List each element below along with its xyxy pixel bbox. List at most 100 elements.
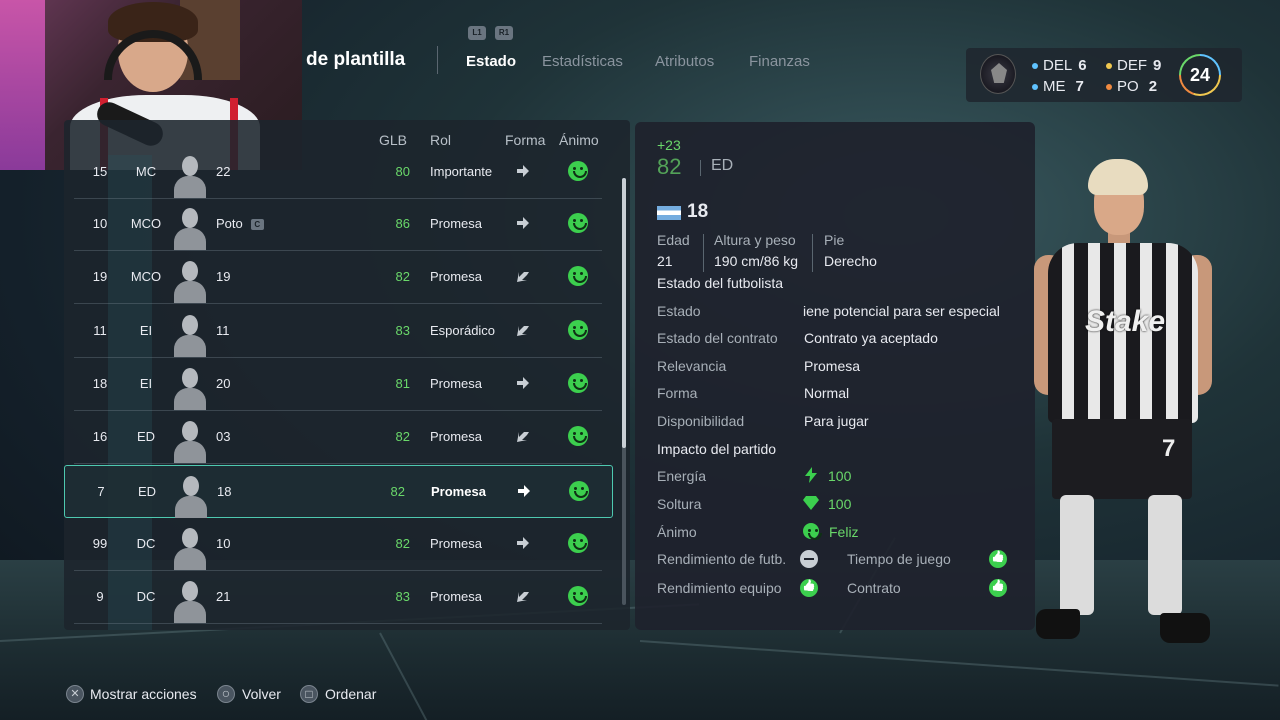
form-arrow-right-icon (516, 376, 530, 390)
player-performance-label: Rendimiento de futb. (657, 551, 787, 567)
player-silhouette-icon (174, 577, 206, 623)
form-arrow-right-icon (516, 536, 530, 550)
header-divider (437, 46, 438, 74)
player-silhouette-icon (175, 472, 207, 518)
player-position: ED (711, 157, 734, 174)
count-def: DEF 9 (1106, 57, 1161, 74)
contract-label: Contrato (847, 580, 901, 596)
lightning-icon (805, 467, 817, 483)
divider (703, 234, 704, 272)
squad-total: 24 (1181, 56, 1219, 94)
energy-value: 100 (828, 468, 852, 484)
form-arrow-down-icon (516, 429, 530, 443)
energy-label: Energía (657, 468, 707, 484)
captain-badge: C (250, 219, 264, 231)
height-weight-value: 190 cm/86 kg (714, 253, 799, 269)
table-row[interactable]: 99 DC 10 82 Promesa (74, 518, 602, 571)
position: DC (136, 589, 156, 604)
field-label: Forma (657, 385, 698, 401)
player-role: Esporádico (430, 323, 496, 338)
field-label: Estado (657, 303, 701, 319)
count-me: ME 7 (1032, 78, 1084, 95)
table-row[interactable]: 7 ED 18 82 Promesa (64, 465, 613, 518)
happy-face-icon (568, 161, 588, 181)
happy-face-icon (568, 320, 588, 340)
overall-rating: 80 (395, 164, 410, 179)
height-weight-label: Altura y peso (714, 232, 796, 248)
table-scrollbar[interactable] (622, 178, 626, 605)
overall-rating: 83 (395, 589, 410, 604)
argentina-flag-icon (657, 206, 681, 220)
table-row[interactable]: 11 EI 11 83 Esporádico (74, 305, 602, 358)
table-row[interactable]: 16 ED 03 82 Promesa (74, 411, 602, 464)
overall-rating: 81 (395, 376, 410, 391)
tab-finanzas[interactable]: Finanzas (749, 53, 810, 70)
field-value: Promesa (804, 358, 861, 374)
player-role: Promesa (430, 376, 483, 391)
shirt-number: 11 (93, 323, 107, 338)
player-name: 21 (216, 589, 231, 604)
playtime-label: Tiempo de juego (847, 551, 951, 567)
happy-face-icon (568, 426, 588, 446)
player-name: 19 (216, 269, 231, 284)
square-button-icon[interactable] (300, 685, 318, 703)
scrollbar-thumb[interactable] (622, 178, 626, 448)
player-model: Stake 7 (1030, 155, 1230, 655)
table-row[interactable]: 15 MC 22 80 Importante (74, 146, 602, 199)
fluency-label: Soltura (657, 496, 702, 512)
shirt-number: 99 (92, 536, 108, 551)
form-arrow-down-icon (516, 269, 530, 283)
cross-button-icon[interactable] (66, 685, 84, 703)
player-silhouette-icon (174, 204, 206, 250)
player-detail-panel: +23 82 ED 18 Edad 21 Altura y peso 190 c… (635, 122, 1035, 630)
form-arrow-right-icon (517, 484, 531, 498)
circle-button-icon[interactable] (217, 685, 235, 703)
player-silhouette-icon (174, 524, 206, 570)
field-value: iene potencial para ser especial (803, 303, 1000, 319)
count-po: PO 2 (1106, 78, 1157, 95)
show-actions-hint[interactable]: Mostrar acciones (90, 686, 197, 702)
table-row[interactable]: 9 DC 21 83 Promesa (74, 571, 602, 624)
overall-rating: 82 (395, 536, 410, 551)
position: ED (136, 429, 156, 444)
thumbs-up-icon (800, 579, 818, 597)
shorts-number: 7 (1162, 435, 1176, 462)
tab-estadisticas[interactable]: Estadísticas (542, 53, 623, 70)
happy-face-icon (568, 373, 588, 393)
player-silhouette-icon (174, 417, 206, 463)
tab-estado[interactable]: Estado (466, 53, 516, 70)
position: EI (139, 323, 153, 338)
shirt-sponsor: Stake (1085, 305, 1166, 338)
field-value: Contrato ya aceptado (804, 330, 938, 346)
player-name: 10 (216, 536, 231, 551)
player-role: Promesa (430, 269, 483, 284)
shirt-number: 9 (96, 589, 104, 604)
age-value: 21 (657, 253, 673, 269)
fluency-value: 100 (828, 496, 852, 512)
count-del: DEL 6 (1032, 57, 1087, 74)
tab-atributos[interactable]: Atributos (655, 53, 714, 70)
player-name: 20 (216, 376, 231, 391)
field-label: Disponibilidad (657, 413, 745, 429)
player-silhouette-icon (174, 311, 206, 357)
player-silhouette-icon (174, 364, 206, 410)
table-row[interactable]: 18 EI 20 81 Promesa (74, 358, 602, 411)
table-row[interactable]: 10 MCO Poto C 86 Promesa (74, 198, 602, 251)
player-role: Promesa (430, 589, 483, 604)
mood-label: Ánimo (657, 524, 697, 540)
player-role: Promesa (431, 484, 486, 499)
impact-section-title: Impacto del partido (657, 441, 777, 457)
position: MCO (130, 216, 162, 231)
player-role: Importante (430, 164, 493, 179)
shirt-number: 18 (92, 376, 108, 391)
table-row[interactable]: 19 MCO 19 82 Promesa (74, 251, 602, 304)
back-hint[interactable]: Volver (242, 686, 281, 702)
potential-gain: +23 (657, 137, 681, 153)
neutral-icon (800, 550, 818, 568)
foot-value: Derecho (824, 253, 877, 269)
player-name: 11 (216, 323, 230, 338)
position: ED (137, 484, 157, 499)
player-name: Poto C (216, 216, 264, 231)
player-role: Promesa (430, 536, 483, 551)
sort-hint[interactable]: Ordenar (325, 686, 376, 702)
